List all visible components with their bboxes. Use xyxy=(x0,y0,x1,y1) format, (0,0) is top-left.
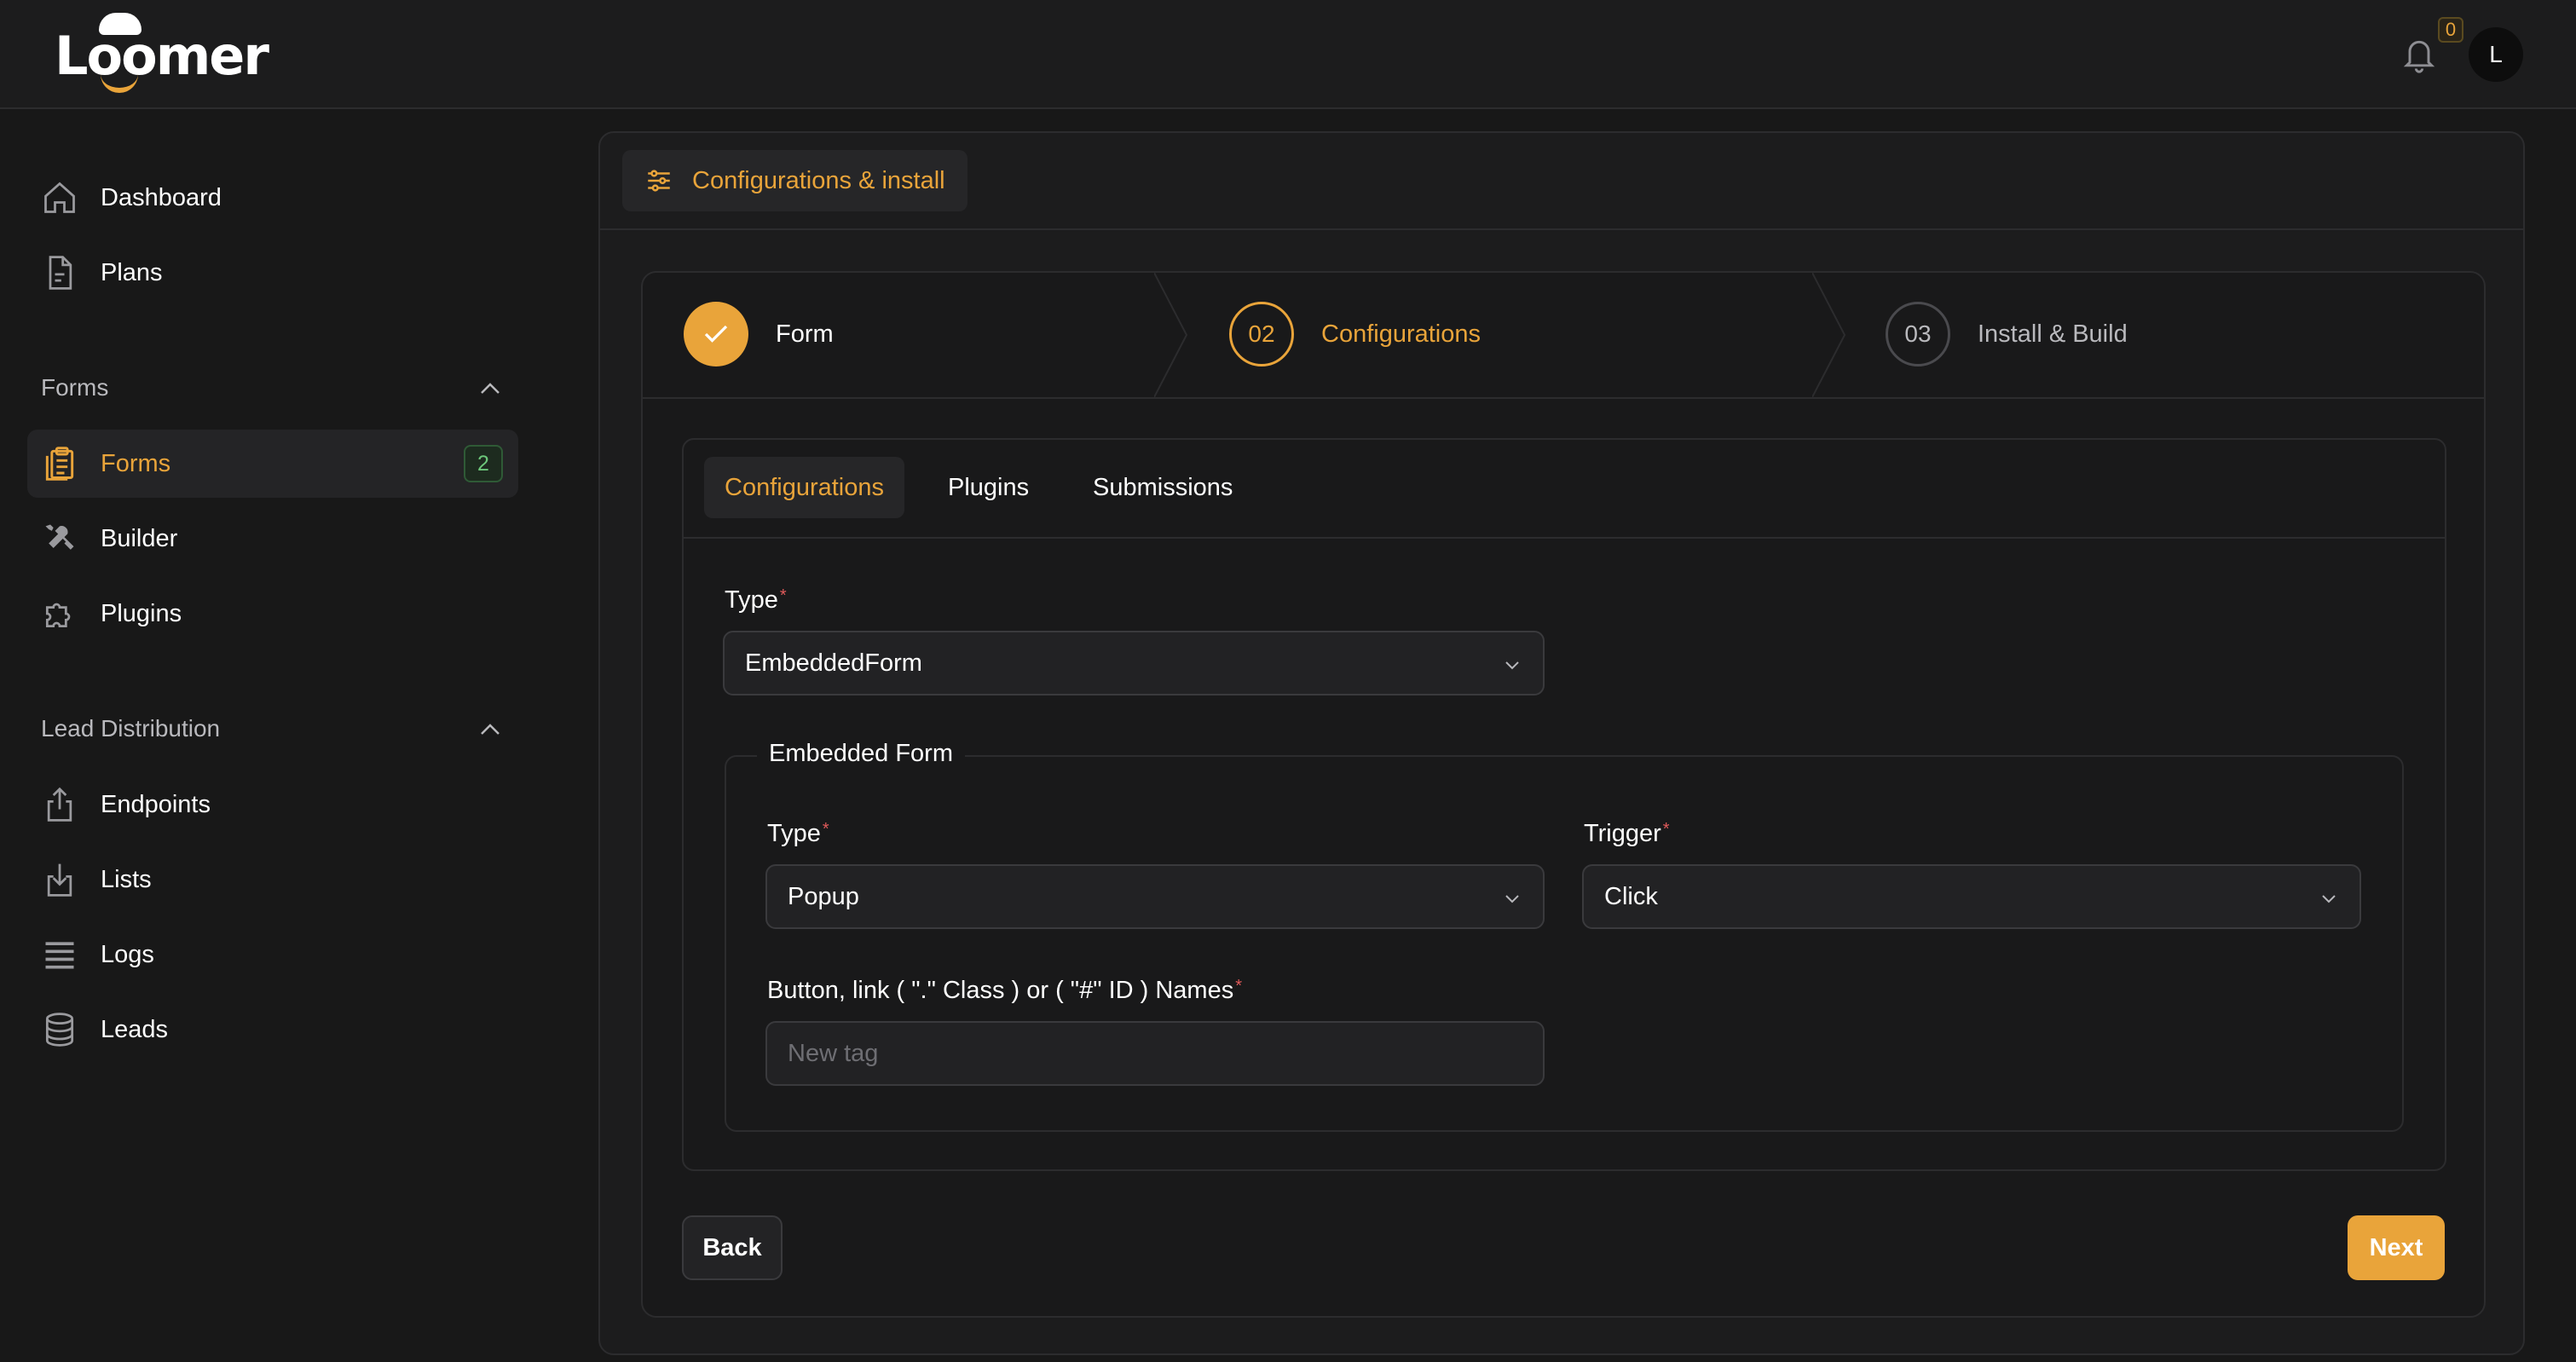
type-label-text: Type xyxy=(725,586,778,614)
configuration-panel: Configurations Plugins Submissions Type *… xyxy=(682,438,2446,1171)
sidebar-item-dashboard[interactable]: Dashboard xyxy=(27,164,518,232)
download-icon xyxy=(41,861,78,898)
sidebar-item-label: Leads xyxy=(101,1015,169,1043)
step-label: Form xyxy=(776,320,834,348)
sliders-icon xyxy=(648,170,670,192)
user-avatar[interactable]: L xyxy=(2469,27,2523,82)
step-label: Install & Build xyxy=(1978,320,2128,348)
chevron-down-icon xyxy=(1505,895,1519,903)
step-label: Configurations xyxy=(1321,320,1481,348)
section-title: Lead Distribution xyxy=(41,715,221,742)
required-asterisk: * xyxy=(779,586,787,605)
stepper: Form 02 Configurations 03 Install & Buil… xyxy=(643,273,2484,399)
sidebar-item-builder[interactable]: Builder xyxy=(27,505,518,573)
forms-count-badge: 2 xyxy=(464,445,503,482)
sidebar-item-label: Builder xyxy=(101,524,178,552)
notification-bell-icon[interactable] xyxy=(2400,34,2438,75)
sidebar-item-label: Logs xyxy=(101,940,154,968)
embedded-type-value: Popup xyxy=(788,882,859,910)
sidebar-item-label: Plugins xyxy=(101,599,182,627)
sidebar-item-endpoints[interactable]: Endpoints xyxy=(27,770,518,839)
database-icon xyxy=(41,1011,78,1048)
step-install-build[interactable]: 03 Install & Build xyxy=(1886,300,2128,368)
checkmark-icon xyxy=(684,302,748,366)
next-button[interactable]: Next xyxy=(2348,1215,2445,1280)
notification-count-badge: 0 xyxy=(2438,17,2463,43)
sidebar-item-label: Endpoints xyxy=(101,790,211,818)
step-number: 03 xyxy=(1886,302,1950,366)
sidebar: Dashboard Plans Forms Forms 2 Builder Pl… xyxy=(0,109,546,1362)
names-label-text: Button, link ( "." Class ) or ( "#" ID )… xyxy=(767,977,1234,1004)
subtab-bar: Configurations Plugins Submissions xyxy=(684,440,2445,539)
sidebar-item-lists[interactable]: Lists xyxy=(27,845,518,914)
trigger-label: Trigger * xyxy=(1584,820,1670,848)
sidebar-item-plans[interactable]: Plans xyxy=(27,239,518,307)
sidebar-item-label: Forms xyxy=(101,449,171,477)
trigger-value: Click xyxy=(1604,882,1658,910)
step-number: 02 xyxy=(1229,302,1294,366)
list-lines-icon xyxy=(41,936,78,973)
embedded-form-fieldset: Embedded Form Type * Popup Trigger * Click… xyxy=(725,740,2404,1132)
puzzle-icon xyxy=(41,595,78,632)
sidebar-item-leads[interactable]: Leads xyxy=(27,996,518,1064)
names-tag-input[interactable] xyxy=(765,1021,1545,1086)
tab-configurations[interactable]: Configurations xyxy=(704,457,904,518)
embedded-type-select[interactable]: Popup xyxy=(765,864,1545,929)
names-label: Button, link ( "." Class ) or ( "#" ID )… xyxy=(767,977,1242,1005)
step-separator xyxy=(1812,273,1846,397)
sidebar-item-plugins[interactable]: Plugins xyxy=(27,580,518,648)
forms-section-toggle[interactable]: Forms xyxy=(41,366,501,409)
section-title: Forms xyxy=(41,374,109,401)
chevron-up-icon xyxy=(479,374,501,401)
page-tab-label: Configurations & install xyxy=(692,166,945,194)
document-icon xyxy=(41,254,78,291)
type-select[interactable]: EmbeddedForm xyxy=(723,631,1545,695)
tab-submissions[interactable]: Submissions xyxy=(1072,457,1253,518)
tab-configurations-install[interactable]: Configurations & install xyxy=(622,150,967,211)
main-card: Configurations & install Form 02 Configu… xyxy=(598,131,2525,1355)
chevron-down-icon xyxy=(1505,661,1519,670)
step-configurations[interactable]: 02 Configurations xyxy=(1229,300,1481,368)
tools-icon xyxy=(41,520,78,557)
loomer-logo[interactable]: Loomer xyxy=(55,12,269,93)
sidebar-item-logs[interactable]: Logs xyxy=(27,921,518,989)
top-bar: Loomer 0 L xyxy=(0,0,2576,109)
step-separator xyxy=(1154,273,1188,397)
tab-plugins[interactable]: Plugins xyxy=(927,457,1049,518)
trigger-label-text: Trigger xyxy=(1584,820,1661,847)
sidebar-item-label: Dashboard xyxy=(101,183,222,211)
back-button[interactable]: Back xyxy=(682,1215,783,1280)
divider xyxy=(600,228,2523,230)
required-asterisk: * xyxy=(1662,820,1670,839)
embedded-type-label: Type * xyxy=(767,820,829,848)
sidebar-item-label: Lists xyxy=(101,865,152,893)
step-form[interactable]: Form xyxy=(684,300,834,368)
trigger-select[interactable]: Click xyxy=(1582,864,2361,929)
wizard-panel: Form 02 Configurations 03 Install & Buil… xyxy=(641,271,2486,1318)
type-select-value: EmbeddedForm xyxy=(745,649,922,677)
lead-distribution-section-toggle[interactable]: Lead Distribution xyxy=(41,707,501,750)
logo-text: Loomer xyxy=(55,24,269,87)
upload-icon xyxy=(41,786,78,823)
chevron-down-icon xyxy=(2322,895,2336,903)
required-asterisk: * xyxy=(1235,977,1242,996)
clipboard-icon xyxy=(41,445,78,482)
required-asterisk: * xyxy=(822,820,829,839)
sidebar-item-label: Plans xyxy=(101,258,163,286)
fieldset-legend: Embedded Form xyxy=(757,740,965,768)
embedded-type-label-text: Type xyxy=(767,820,821,847)
type-label: Type * xyxy=(725,586,787,615)
sidebar-item-forms[interactable]: Forms 2 xyxy=(27,430,518,498)
chevron-up-icon xyxy=(479,715,501,742)
chef-hat-icon xyxy=(99,12,142,35)
home-icon xyxy=(41,179,78,216)
